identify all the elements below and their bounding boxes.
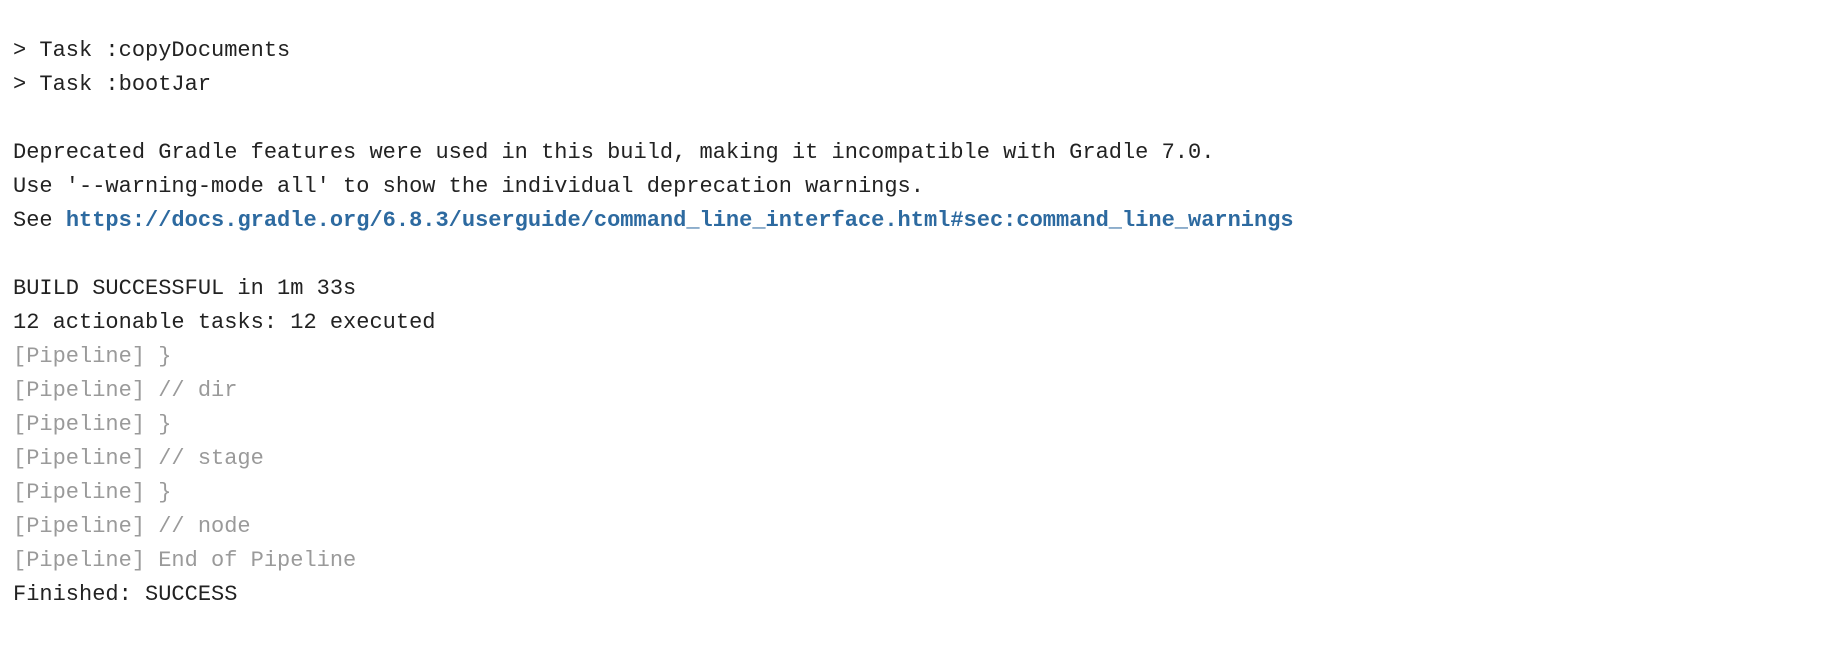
pipeline-line: [Pipeline] End of Pipeline bbox=[13, 548, 357, 573]
build-result-line: BUILD SUCCESSFUL in 1m 33s bbox=[13, 276, 357, 301]
tasks-summary-line: 12 actionable tasks: 12 executed bbox=[13, 310, 436, 335]
console-output: > Task :copyDocuments > Task :bootJar De… bbox=[0, 0, 1828, 646]
see-docs-line: See https://docs.gradle.org/6.8.3/usergu… bbox=[13, 204, 1828, 238]
see-prefix: See bbox=[13, 208, 66, 233]
pipeline-line: [Pipeline] // node bbox=[13, 514, 251, 539]
pipeline-line: [Pipeline] // stage bbox=[13, 446, 264, 471]
pipeline-line: [Pipeline] } bbox=[13, 344, 172, 369]
deprecation-notice-line: Deprecated Gradle features were used in … bbox=[13, 140, 1215, 165]
pipeline-line: [Pipeline] // dir bbox=[13, 378, 238, 403]
gradle-docs-link[interactable]: https://docs.gradle.org/6.8.3/userguide/… bbox=[66, 208, 1294, 233]
finished-status-line: Finished: SUCCESS bbox=[13, 582, 238, 607]
pipeline-line: [Pipeline] } bbox=[13, 412, 172, 437]
pipeline-line: [Pipeline] } bbox=[13, 480, 172, 505]
warning-mode-hint-line: Use '--warning-mode all' to show the ind… bbox=[13, 174, 924, 199]
task-bootjar-line: > Task :bootJar bbox=[13, 72, 212, 97]
task-copy-documents-line: > Task :copyDocuments bbox=[13, 38, 291, 63]
